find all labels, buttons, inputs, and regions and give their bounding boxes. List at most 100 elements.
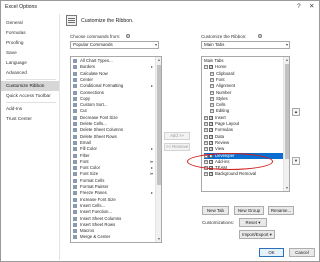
command-icon (73, 185, 77, 189)
sidebar-item-proofing[interactable]: Proofing (1, 38, 59, 48)
sidebar-divider (6, 79, 56, 80)
command-icon (73, 115, 77, 120)
command-icon (73, 134, 77, 139)
ribbon-tree[interactable]: Main Tabs − ✓ Home + Clipboard + Font + Alignment… (201, 56, 290, 192)
command-icon (73, 65, 77, 70)
expand-icon[interactable]: + (210, 71, 214, 76)
expand-icon[interactable]: + (204, 172, 208, 177)
sidebar-item-general[interactable]: General (1, 18, 59, 28)
command-icon (73, 222, 77, 227)
command-icon (73, 84, 77, 89)
scrollbar-thumb[interactable] (157, 65, 161, 185)
new-group-button[interactable]: New Group (234, 206, 264, 215)
new-tab-button[interactable]: New Tab (202, 206, 229, 215)
info-icon: i (258, 34, 262, 38)
choose-commands-label: Choose commands from: (70, 34, 121, 39)
commands-scrollbar[interactable]: ▲ ▼ (155, 57, 161, 242)
info-icon: i (126, 34, 130, 38)
command-icon (73, 216, 77, 221)
ribbon-tabs-dropdown[interactable]: Main Tabs ▾ (201, 41, 290, 49)
checkbox[interactable]: ✓ (209, 134, 213, 139)
sidebar-item-save[interactable]: Save (1, 48, 59, 58)
command-icon (73, 159, 77, 164)
ribbon-tabs-dropdown-value: Main Tabs (204, 42, 225, 47)
command-icon (73, 77, 77, 82)
checkbox[interactable]: ✓ (209, 128, 213, 133)
command-icon (73, 172, 77, 177)
expand-icon[interactable]: + (210, 103, 214, 108)
page-title: Customize the Ribbon. (81, 18, 134, 24)
expand-icon[interactable]: + (204, 147, 208, 152)
expand-icon[interactable]: + (210, 77, 214, 82)
window-title: Excel Options (5, 4, 38, 10)
command-icon (73, 153, 77, 158)
ribbon-tree-scrollbar[interactable]: ▲ ▼ (283, 57, 289, 191)
move-up-button[interactable]: ▲ (292, 108, 300, 116)
collapse-icon[interactable]: − (204, 65, 208, 70)
command-icon (73, 197, 77, 202)
cancel-button[interactable]: Cancel (289, 248, 315, 257)
move-down-button[interactable]: ▼ (292, 157, 300, 165)
add-button[interactable]: Add >> (164, 132, 190, 140)
checkbox[interactable]: ✓ (209, 65, 213, 70)
expand-icon[interactable]: + (204, 128, 208, 133)
close-icon[interactable]: ✕ (309, 3, 314, 11)
checkbox[interactable]: ✓ (209, 115, 213, 120)
checkbox[interactable]: ✓ (209, 140, 213, 145)
checkbox[interactable]: ✓ (209, 147, 213, 152)
command-icon (73, 178, 77, 183)
sidebar-item-customize-ribbon[interactable]: Customize Ribbon (1, 81, 59, 91)
command-icon (73, 90, 77, 95)
rename-button[interactable]: Rename... (268, 206, 294, 215)
scroll-up-icon[interactable]: ▲ (156, 57, 161, 63)
expand-icon[interactable]: + (210, 90, 214, 95)
sidebar-item-trust-center[interactable]: Trust Center (1, 114, 59, 124)
customizations-label: Customizations: (202, 220, 235, 225)
expand-icon[interactable]: + (204, 115, 208, 120)
sidebar-divider (6, 102, 56, 103)
sidebar-item-advanced[interactable]: Advanced (1, 68, 59, 78)
command-icon (73, 191, 77, 196)
reset-button[interactable]: Reset ▾ (239, 218, 267, 227)
command-icon (73, 147, 77, 152)
expand-icon[interactable]: + (204, 134, 208, 139)
title-bar: Excel Options ? ✕ (1, 1, 319, 14)
commands-list[interactable]: All Chart Types... Borders ▸ Calculate Now C… (70, 56, 162, 243)
expand-icon[interactable]: + (210, 84, 214, 89)
scroll-down-icon[interactable]: ▼ (284, 185, 289, 191)
scroll-up-icon[interactable]: ▲ (284, 57, 289, 63)
scrollbar-thumb[interactable] (285, 64, 289, 159)
highlight-oval (187, 153, 273, 170)
tree-item[interactable]: + ✓ Background Removal (204, 171, 283, 177)
command-icon (73, 166, 77, 171)
command-icon (73, 203, 77, 208)
scroll-down-icon[interactable]: ▼ (156, 236, 161, 242)
sidebar: General Formulas Proofing Save Language … (1, 14, 60, 260)
command-icon (73, 71, 77, 76)
commands-dropdown[interactable]: Popular Commands ▾ (70, 41, 159, 49)
expand-icon[interactable]: + (204, 140, 208, 145)
command-icon (73, 109, 77, 114)
command-icon (73, 140, 77, 145)
command-icon (73, 128, 77, 133)
checkbox[interactable]: ✓ (209, 122, 213, 126)
sidebar-item-quick-access-toolbar[interactable]: Quick Access Toolbar (1, 91, 59, 101)
command-icon (73, 229, 77, 234)
expand-icon[interactable]: + (210, 96, 214, 101)
ok-button[interactable]: OK (259, 248, 284, 257)
remove-button[interactable]: << Remove (164, 143, 190, 151)
sidebar-item-language[interactable]: Language (1, 58, 59, 68)
expand-icon[interactable]: + (210, 109, 214, 114)
checkbox[interactable]: ✓ (209, 172, 213, 177)
sidebar-item-add-ins[interactable]: Add-Ins (1, 104, 59, 114)
help-icon[interactable]: ? (297, 3, 301, 11)
import-export-button[interactable]: Import/Export ▾ (239, 230, 275, 239)
chevron-down-icon: ▾ (285, 42, 288, 47)
tree-item-label: Background Removal (215, 171, 257, 177)
sidebar-item-formulas[interactable]: Formulas (1, 28, 59, 38)
command-label: Merge & Center (80, 234, 111, 240)
chevron-down-icon: ▾ (154, 42, 157, 47)
expand-icon[interactable]: + (204, 122, 208, 126)
list-item[interactable]: Merge & Center (71, 234, 155, 240)
customize-ribbon-icon (66, 15, 77, 26)
